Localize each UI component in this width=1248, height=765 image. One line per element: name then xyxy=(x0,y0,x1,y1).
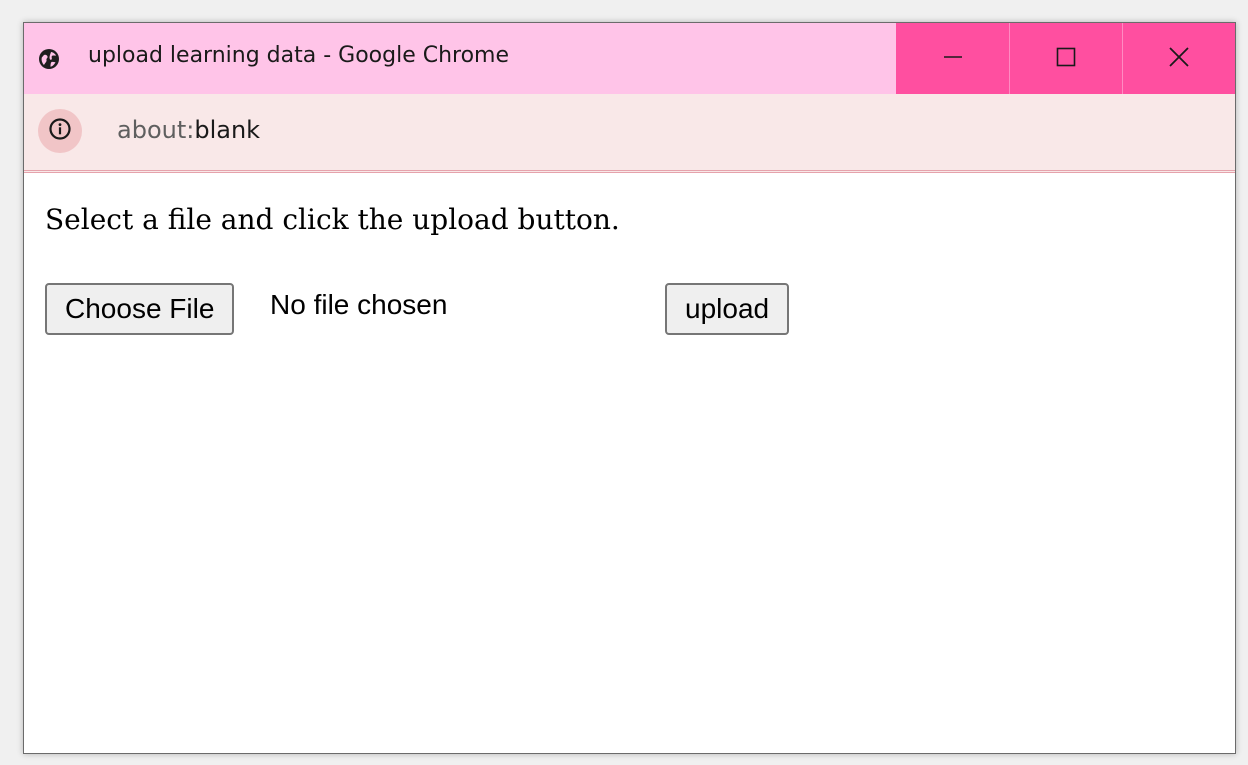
maximize-icon xyxy=(1054,45,1078,73)
browser-window: upload learning data - Google Chrome abo… xyxy=(23,22,1236,754)
file-status-text: No file chosen xyxy=(270,289,448,320)
info-icon xyxy=(48,117,72,145)
title-bar[interactable]: upload learning data - Google Chrome xyxy=(24,23,1235,94)
maximize-button[interactable] xyxy=(1009,23,1122,94)
minimize-button[interactable] xyxy=(896,23,1009,94)
instruction-text: Select a file and click the upload butto… xyxy=(45,203,620,236)
upload-button[interactable]: upload xyxy=(665,283,790,335)
window-controls xyxy=(896,23,1235,94)
url-display[interactable]: about:blank xyxy=(117,116,260,144)
choose-file-button[interactable]: Choose File xyxy=(45,283,235,335)
close-button[interactable] xyxy=(1122,23,1235,94)
close-icon xyxy=(1167,45,1191,73)
url-path: blank xyxy=(194,116,261,144)
site-info-button[interactable] xyxy=(38,109,82,153)
minimize-icon xyxy=(941,45,965,73)
globe-icon xyxy=(39,49,59,69)
page-content: Select a file and click the upload butto… xyxy=(24,175,1235,753)
window-title: upload learning data - Google Chrome xyxy=(88,43,510,68)
address-bar: about:blank xyxy=(24,94,1235,173)
url-scheme: about: xyxy=(117,116,195,144)
